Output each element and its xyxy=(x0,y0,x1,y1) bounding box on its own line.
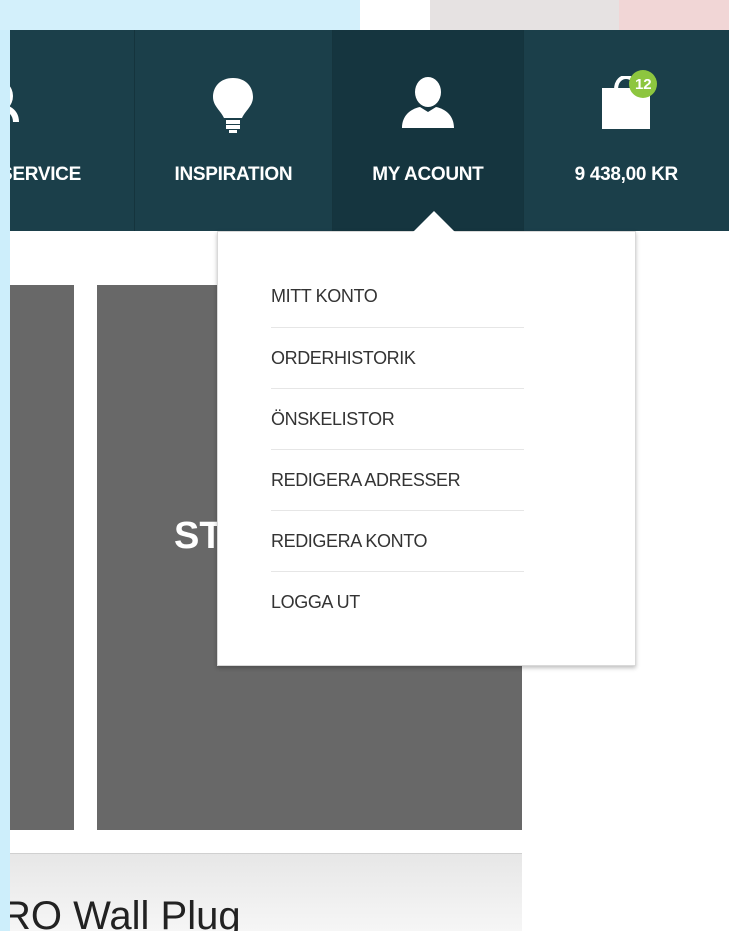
menu-item-mitt-konto[interactable]: MITT KONTO xyxy=(271,266,524,328)
user-icon xyxy=(400,76,456,156)
product-tile[interactable] xyxy=(10,285,74,830)
tile-title: ST xyxy=(174,515,223,557)
page-container: SERVICE INSPIRATION MY ACOUNT xyxy=(10,30,729,931)
background-strip xyxy=(360,0,430,30)
nav-label: SERVICE xyxy=(10,164,81,185)
product-caption: RO Wall Plug xyxy=(10,853,522,931)
nav-item-my-account[interactable]: MY ACOUNT xyxy=(333,30,524,231)
cart-count-badge: 12 xyxy=(629,70,658,98)
nav-item-cart[interactable]: 12 9 438,00 KR xyxy=(524,30,729,231)
menu-item-logga-ut[interactable]: LOGGA UT xyxy=(271,572,524,632)
support-icon xyxy=(10,76,24,156)
shopping-bag-icon: 12 xyxy=(600,70,658,156)
background-strip xyxy=(0,0,360,30)
account-dropdown-menu: MITT KONTO ORDERHISTORIK ÖNSKELISTOR RED… xyxy=(217,231,636,666)
background-strip xyxy=(430,0,729,30)
nav-label: INSPIRATION xyxy=(174,164,293,185)
nav-label: MY ACOUNT xyxy=(372,164,484,185)
menu-item-redigera-konto[interactable]: REDIGERA KONTO xyxy=(271,511,524,572)
cart-total: 9 438,00 KR xyxy=(574,164,679,185)
nav-item-service[interactable]: SERVICE xyxy=(10,30,135,231)
dropdown-caret xyxy=(413,211,455,232)
product-name[interactable]: RO Wall Plug xyxy=(10,894,241,931)
nav-item-inspiration[interactable]: INSPIRATION xyxy=(135,30,334,231)
menu-item-redigera-adresser[interactable]: REDIGERA ADRESSER xyxy=(271,450,524,511)
menu-item-onskelistor[interactable]: ÖNSKELISTOR xyxy=(271,389,524,450)
lightbulb-icon xyxy=(211,76,255,156)
menu-item-orderhistorik[interactable]: ORDERHISTORIK xyxy=(271,328,524,389)
main-navigation: SERVICE INSPIRATION MY ACOUNT xyxy=(10,30,729,231)
